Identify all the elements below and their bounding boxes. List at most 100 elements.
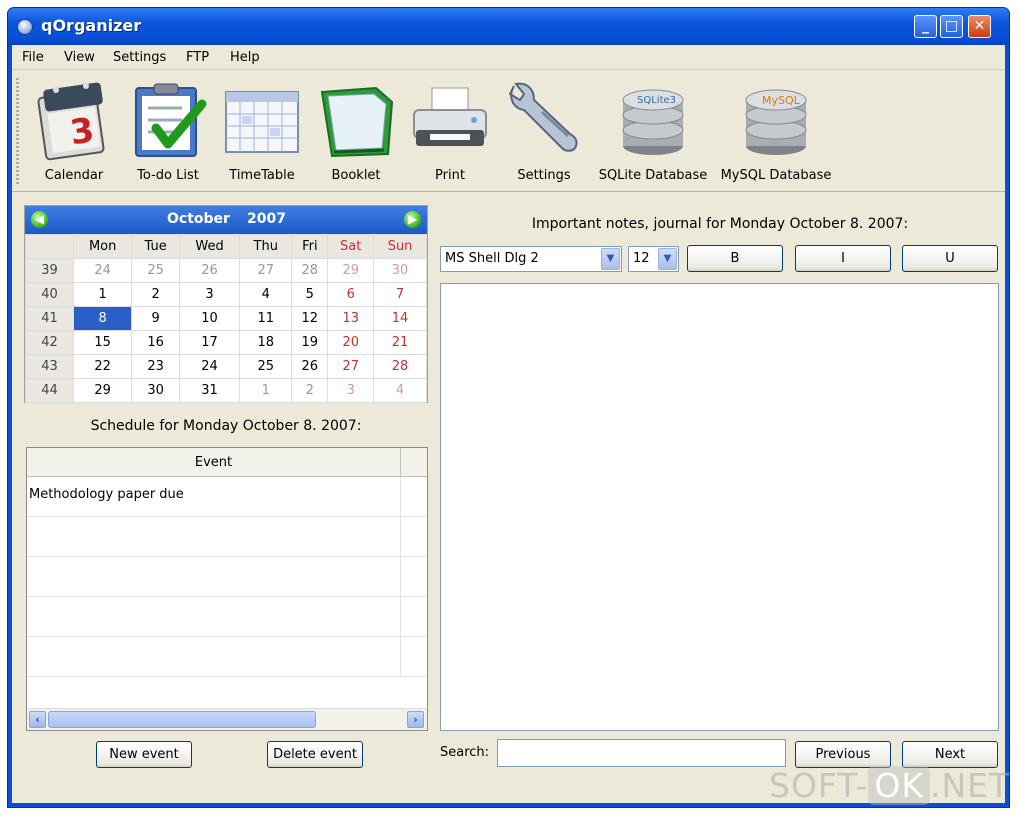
- next-button[interactable]: Next: [902, 741, 998, 768]
- calendar-day[interactable]: 1: [72, 282, 133, 307]
- calendar-day[interactable]: 2: [131, 282, 180, 307]
- calendar-day[interactable]: 24: [72, 258, 133, 283]
- calendar-day[interactable]: 24: [178, 354, 241, 379]
- minimize-button[interactable]: _: [914, 15, 937, 38]
- table-row[interactable]: [27, 597, 427, 637]
- calendar-day[interactable]: 28: [373, 354, 427, 379]
- toolbar-timetable-button[interactable]: TimeTable: [218, 72, 306, 192]
- event-cell[interactable]: [27, 557, 401, 597]
- calendar-day[interactable]: 4: [373, 378, 427, 403]
- calendar-day[interactable]: 29: [72, 378, 133, 403]
- calendar-day[interactable]: 13: [327, 306, 375, 331]
- calendar-month[interactable]: October: [167, 211, 230, 227]
- toolbar-booklet-button[interactable]: Booklet: [312, 72, 400, 192]
- previous-button[interactable]: Previous: [795, 741, 891, 768]
- horizontal-scrollbar[interactable]: ‹ ›: [27, 708, 427, 730]
- italic-button[interactable]: I: [795, 245, 891, 272]
- toolbar-grip[interactable]: [16, 78, 19, 186]
- todo-list-icon: [135, 83, 207, 157]
- calendar-day[interactable]: 26: [178, 258, 241, 283]
- weekday-header: Sat: [327, 234, 375, 259]
- toolbar-print-button[interactable]: Print: [406, 72, 494, 192]
- calendar-year[interactable]: 2007: [247, 211, 286, 227]
- calendar-day[interactable]: 10: [178, 306, 241, 331]
- calendar-day[interactable]: 23: [131, 354, 180, 379]
- chevron-down-icon[interactable]: ▼: [658, 248, 677, 270]
- maximize-button[interactable]: □: [940, 15, 963, 38]
- watermark-pre: SOFT-: [769, 766, 869, 805]
- watermark-post: .NET: [929, 766, 1011, 805]
- menu-view[interactable]: View: [64, 50, 95, 65]
- calendar-day[interactable]: 29: [327, 258, 375, 283]
- search-input[interactable]: [497, 739, 786, 767]
- bold-button[interactable]: B: [687, 245, 783, 272]
- calendar-day[interactable]: 28: [291, 258, 329, 283]
- toolbar-sqlite-button[interactable]: SQLite3 SQLite Database: [594, 72, 712, 192]
- close-button[interactable]: ✕: [968, 15, 991, 38]
- calendar-day[interactable]: 3: [178, 282, 241, 307]
- calendar-day[interactable]: 2: [291, 378, 329, 403]
- calendar-next-button[interactable]: ▶: [404, 211, 421, 228]
- delete-event-button[interactable]: Delete event: [267, 741, 363, 768]
- toolbar-calendar-button[interactable]: 3 Calendar: [30, 72, 118, 192]
- font-select[interactable]: MS Shell Dlg 2 ▼: [440, 246, 622, 272]
- toolbar: 3 Calendar To-do List TimeTable Booklet …: [12, 72, 1005, 192]
- event-cell[interactable]: Methodology paper due: [27, 477, 401, 517]
- calendar-day[interactable]: 30: [373, 258, 427, 283]
- calendar-day[interactable]: 22: [72, 354, 133, 379]
- calendar-prev-button[interactable]: ◀: [31, 211, 48, 228]
- scrollbar-thumb[interactable]: [48, 711, 316, 728]
- calendar-day[interactable]: 14: [373, 306, 427, 331]
- table-row[interactable]: [27, 517, 427, 557]
- calendar-day[interactable]: 25: [131, 258, 180, 283]
- menu-settings[interactable]: Settings: [113, 50, 166, 65]
- menu-ftp[interactable]: FTP: [186, 50, 209, 65]
- calendar-day[interactable]: 21: [373, 330, 427, 355]
- toolbar-settings-label: Settings: [517, 168, 571, 183]
- calendar-day[interactable]: 15: [72, 330, 133, 355]
- chevron-down-icon[interactable]: ▼: [601, 248, 620, 270]
- table-row[interactable]: [27, 557, 427, 597]
- scroll-right-icon[interactable]: ›: [407, 711, 424, 728]
- scroll-left-icon[interactable]: ‹: [29, 711, 46, 728]
- calendar-day-selected[interactable]: 8: [72, 306, 133, 331]
- menu-help[interactable]: Help: [230, 50, 260, 65]
- table-row[interactable]: Methodology paper due: [27, 477, 427, 517]
- column-header-event[interactable]: Event: [27, 448, 401, 477]
- underline-button[interactable]: U: [902, 245, 998, 272]
- calendar-day[interactable]: 3: [327, 378, 375, 403]
- watermark: SOFT- OK .NET: [769, 766, 1015, 812]
- calendar-day[interactable]: 6: [327, 282, 375, 307]
- new-event-button[interactable]: New event: [96, 741, 192, 768]
- calendar-day[interactable]: 26: [291, 354, 329, 379]
- calendar-day[interactable]: 27: [327, 354, 375, 379]
- calendar-day[interactable]: 30: [131, 378, 180, 403]
- calendar-day[interactable]: 25: [239, 354, 293, 379]
- event-cell[interactable]: [27, 597, 401, 637]
- toolbar-todo-button[interactable]: To-do List: [124, 72, 212, 192]
- calendar-day[interactable]: 1: [239, 378, 293, 403]
- calendar-day[interactable]: 7: [373, 282, 427, 307]
- toolbar-settings-button[interactable]: Settings: [500, 72, 588, 192]
- calendar-day[interactable]: 20: [327, 330, 375, 355]
- notes-editor[interactable]: [440, 283, 999, 731]
- calendar-day[interactable]: 5: [291, 282, 329, 307]
- event-cell[interactable]: [27, 637, 401, 677]
- calendar-day[interactable]: 18: [239, 330, 293, 355]
- calendar-day[interactable]: 11: [239, 306, 293, 331]
- calendar-day[interactable]: 16: [131, 330, 180, 355]
- event-cell[interactable]: [27, 517, 401, 557]
- font-size-select[interactable]: 12 ▼: [628, 246, 679, 272]
- calendar-day[interactable]: 17: [178, 330, 241, 355]
- calendar-day[interactable]: 12: [291, 306, 329, 331]
- calendar-day[interactable]: 31: [178, 378, 241, 403]
- column-header-extra[interactable]: [401, 448, 427, 477]
- menu-file[interactable]: File: [22, 50, 44, 65]
- calendar-day[interactable]: 9: [131, 306, 180, 331]
- calendar-day[interactable]: 4: [239, 282, 293, 307]
- title-bar[interactable]: qOrganizer _ □ ✕: [8, 8, 1009, 45]
- calendar-day[interactable]: 27: [239, 258, 293, 283]
- table-row[interactable]: [27, 637, 427, 677]
- toolbar-mysql-button[interactable]: MySQL MySQL Database: [718, 72, 834, 192]
- calendar-day[interactable]: 19: [291, 330, 329, 355]
